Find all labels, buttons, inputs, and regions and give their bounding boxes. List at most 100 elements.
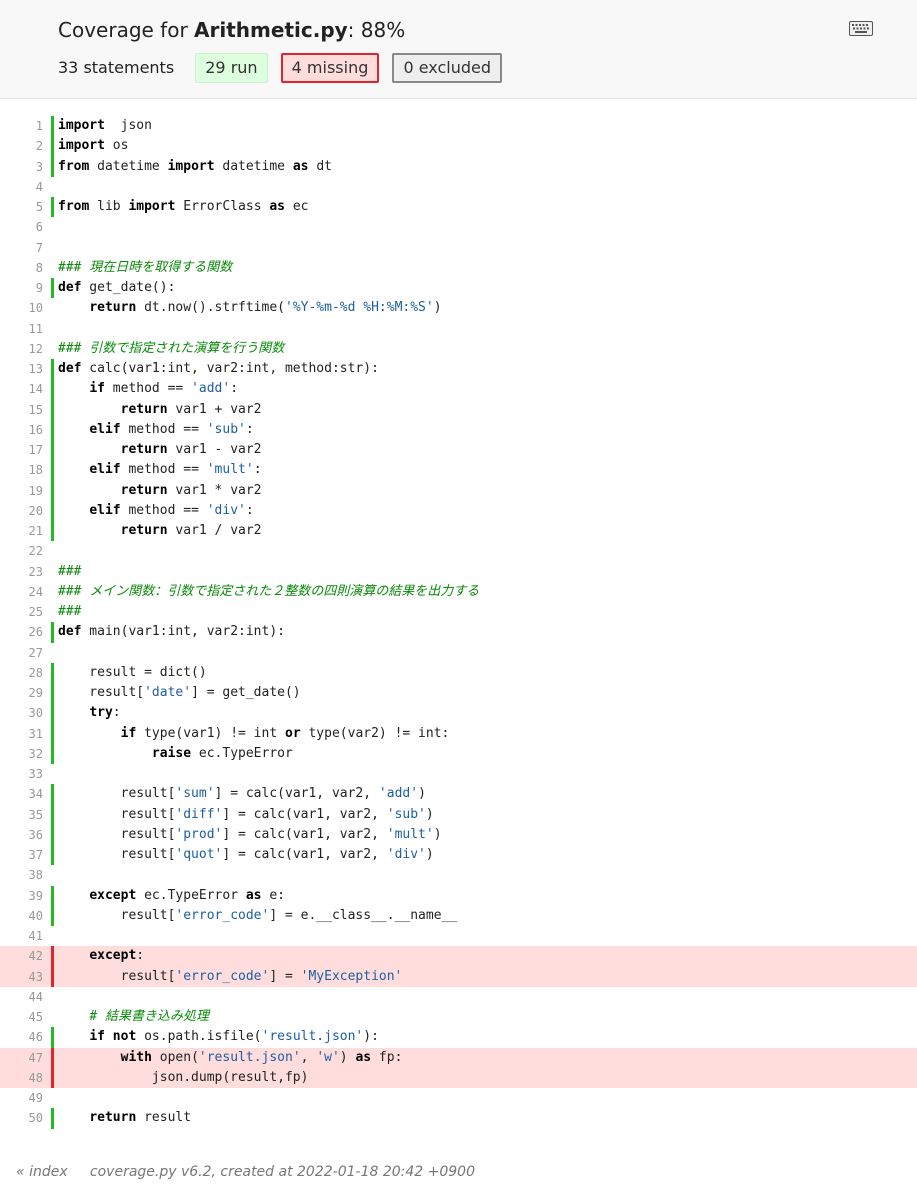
line-number[interactable]: 30 [3, 703, 43, 723]
code-token: 'div' [386, 847, 426, 862]
coverage-marker [51, 703, 54, 724]
line-number[interactable]: 2 [3, 136, 43, 156]
line-number[interactable]: 31 [3, 724, 43, 744]
line-number[interactable]: 5 [3, 197, 43, 217]
code-token: def [58, 280, 82, 295]
source-line: 42 except: [0, 946, 917, 967]
keyboard-icon[interactable] [849, 21, 873, 40]
missing-filter-button[interactable]: 4 missing [280, 53, 380, 83]
line-number[interactable]: 43 [3, 967, 43, 987]
line-number[interactable]: 10 [3, 298, 43, 318]
source-line: 3 from datetime import datetime as dt [0, 156, 917, 177]
code-token: var1 * var2 [167, 482, 262, 498]
line-number[interactable]: 19 [3, 481, 43, 501]
line-number[interactable]: 46 [3, 1027, 43, 1047]
line-number[interactable]: 3 [3, 157, 43, 177]
line-number[interactable]: 34 [3, 784, 43, 804]
line-number[interactable]: 26 [3, 622, 43, 642]
code-token: as [355, 1049, 372, 1065]
line-number[interactable]: 47 [3, 1048, 43, 1068]
code-token: calc(var1:int, var2:int, method:str): [81, 361, 379, 376]
line-number[interactable]: 17 [3, 440, 43, 460]
line-number[interactable]: 7 [3, 238, 43, 258]
code-token: return [89, 300, 137, 316]
run-filter-button[interactable]: 29 run [195, 53, 268, 83]
line-code: elif method == 'sub': [58, 420, 253, 440]
line-number[interactable]: 37 [3, 845, 43, 865]
line-number[interactable]: 13 [3, 359, 43, 379]
line-number[interactable]: 36 [3, 825, 43, 845]
code-token: except [89, 887, 137, 903]
line-number[interactable]: 49 [3, 1088, 43, 1108]
line-number[interactable]: 45 [3, 1007, 43, 1027]
line-number[interactable]: 6 [3, 217, 43, 237]
code-token: return [89, 1110, 137, 1126]
line-number[interactable]: 24 [3, 582, 43, 602]
coverage-marker [51, 764, 54, 784]
line-number[interactable]: 23 [3, 562, 43, 582]
code-token: 'MyException' [300, 968, 403, 984]
code-token: if [89, 381, 105, 397]
code-token: elif [89, 462, 121, 478]
code-token: if [89, 1029, 105, 1045]
line-number[interactable]: 44 [3, 987, 43, 1007]
line-number[interactable]: 48 [3, 1068, 43, 1088]
line-number[interactable]: 15 [3, 400, 43, 420]
line-number[interactable]: 35 [3, 805, 43, 825]
source-line: 27 [0, 643, 917, 663]
line-number[interactable]: 32 [3, 744, 43, 764]
line-code: import os [58, 136, 128, 156]
line-code: return var1 / var2 [58, 521, 262, 541]
line-number[interactable]: 4 [3, 177, 43, 197]
source-line: 7 [0, 238, 917, 258]
line-number[interactable]: 33 [3, 764, 43, 784]
line-number[interactable]: 21 [3, 521, 43, 541]
line-number[interactable]: 11 [3, 319, 43, 339]
source-line: 50 return result [0, 1108, 917, 1129]
source-line: 35 result['diff'] = calc(var1, var2, 'su… [0, 804, 917, 825]
line-code: result['sum'] = calc(var1, var2, 'add') [58, 784, 426, 804]
line-number[interactable]: 8 [3, 258, 43, 278]
source-line: 47 with open('result.json', 'w') as fp: [0, 1047, 917, 1068]
line-number[interactable]: 18 [3, 460, 43, 480]
line-number[interactable]: 1 [3, 116, 43, 136]
source-line: 36 result['prod'] = calc(var1, var2, 'mu… [0, 824, 917, 845]
line-number[interactable]: 28 [3, 663, 43, 683]
code-token: 'add' [191, 381, 231, 397]
line-number[interactable]: 9 [3, 278, 43, 298]
line-code: ### [58, 602, 81, 622]
excluded-filter-button[interactable]: 0 excluded [392, 53, 503, 83]
line-number[interactable]: 39 [3, 886, 43, 906]
line-number[interactable]: 38 [3, 865, 43, 885]
code-token: ErrorClass [175, 199, 270, 214]
line-number[interactable]: 50 [3, 1108, 43, 1128]
coverage-marker [51, 156, 54, 177]
line-number[interactable]: 42 [3, 946, 43, 966]
line-number[interactable]: 27 [3, 643, 43, 663]
coverage-marker [51, 480, 54, 501]
line-number[interactable]: 22 [3, 541, 43, 561]
line-number[interactable]: 14 [3, 379, 43, 399]
line-code: from datetime import datetime as dt [58, 157, 332, 177]
line-code: ### メイン関数：引数で指定された２整数の四則演算の結果を出力する [58, 582, 479, 602]
source-line: 41 [0, 926, 917, 946]
line-number[interactable]: 16 [3, 420, 43, 440]
code-token: def [58, 624, 82, 640]
line-number[interactable]: 25 [3, 602, 43, 622]
code-token: ) [433, 826, 442, 842]
line-number[interactable]: 29 [3, 683, 43, 703]
line-code: result = dict() [58, 663, 206, 683]
code-token: return [120, 482, 168, 498]
line-number[interactable]: 20 [3, 501, 43, 521]
coverage-marker [51, 500, 54, 521]
line-number[interactable]: 41 [3, 926, 43, 946]
code-token: elif [89, 502, 121, 518]
index-link[interactable]: « index [16, 1164, 68, 1180]
line-number[interactable]: 12 [3, 339, 43, 359]
source-line: 24 ### メイン関数：引数で指定された２整数の四則演算の結果を出力する [0, 582, 917, 602]
line-number[interactable]: 40 [3, 906, 43, 926]
